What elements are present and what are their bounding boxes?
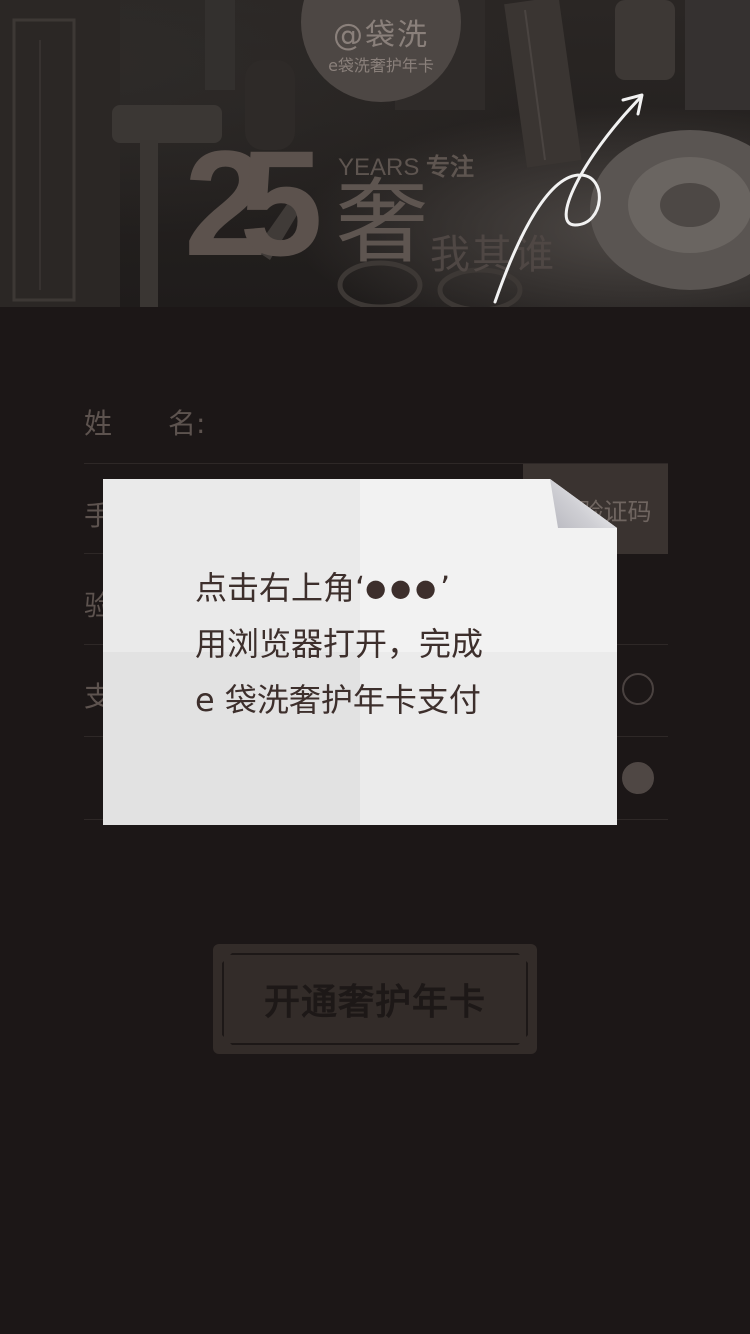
name-row[interactable]: 姓 名: bbox=[84, 390, 668, 464]
name-label: 姓 名: bbox=[84, 407, 206, 440]
open-annual-card-button[interactable]: 开通奢护年卡 bbox=[213, 944, 537, 1054]
logo-subtitle: e袋洗奢护年卡 bbox=[328, 56, 434, 75]
popup-line-2: 用浏览器打开，完成 bbox=[195, 625, 484, 663]
popup-line-3: e 袋洗奢护年卡支付 bbox=[195, 681, 481, 719]
popup-line-1-suffix: ’ bbox=[440, 569, 451, 607]
popup-line-1-prefix: 点击右上角‘ bbox=[195, 569, 366, 607]
slogan-she-char: 奢 bbox=[336, 169, 429, 276]
years-strong: 专注 bbox=[426, 154, 475, 181]
popup-message: 点击右上角‘●●●’ 用浏览器打开，完成 e 袋洗奢护年卡支付 bbox=[195, 560, 535, 728]
payment-option-1-radio[interactable] bbox=[622, 673, 654, 705]
hero-banner: @袋洗 e袋洗奢护年卡 25 YEARS 专注 奢 我其谁 bbox=[0, 0, 750, 307]
logo-title: @袋洗 bbox=[333, 18, 429, 53]
pointer-arrow-icon bbox=[493, 93, 644, 304]
popup-line-1: 点击右上角‘●●●’ bbox=[195, 560, 535, 616]
payment-option-2-radio[interactable] bbox=[622, 762, 654, 794]
open-annual-card-label: 开通奢护年卡 bbox=[263, 982, 486, 1023]
years-number: 25 bbox=[184, 119, 323, 287]
more-dots-icon: ●●● bbox=[365, 574, 441, 602]
